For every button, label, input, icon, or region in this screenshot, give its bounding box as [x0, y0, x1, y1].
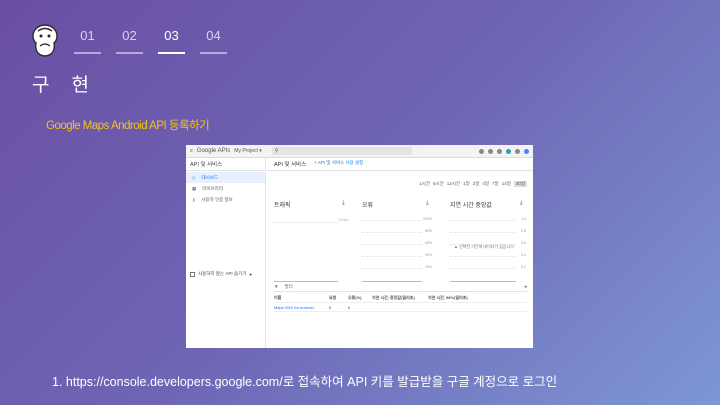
column-header[interactable]: 오류(%) — [348, 295, 372, 301]
library-icon: ▦ — [192, 185, 197, 191]
range-option[interactable]: 6시간 — [433, 181, 444, 187]
tick-label: 100% — [423, 217, 432, 221]
tick-label: 0.4 — [521, 253, 526, 257]
page-subtitle: Google Maps Android API 등록하기 — [46, 120, 210, 132]
page-title: 구 현 — [32, 74, 97, 96]
console-topbar: ≡ Google APIs My Project ▾ ⚲ — [186, 145, 533, 158]
filter-label: 필터 — [284, 283, 293, 289]
sidebar-item-dashboard[interactable]: ◇ 대시보드 — [186, 172, 265, 183]
dashboard-icon: ◇ — [192, 174, 196, 180]
warning-text: 선택된 기간에 데이터가 없습니다 — [459, 244, 514, 249]
search-icon: ⚲ — [274, 148, 279, 154]
chart-title: 트래픽 — [274, 203, 291, 209]
step-02[interactable]: 02 — [116, 28, 143, 54]
menu-icon[interactable]: ≡ — [190, 148, 193, 154]
info-icon[interactable]: ● — [524, 284, 527, 289]
step-caption: 1. https://console.developers.google.com… — [52, 375, 558, 389]
tick-label: 60% — [424, 241, 432, 245]
avatar[interactable] — [524, 148, 529, 154]
section-bar: API 및 서비스 API 및 서비스 + API 및 서비스 사용 설정 — [186, 158, 533, 171]
tick-label: 40% — [424, 253, 432, 257]
table-cell: 0 — [348, 304, 351, 310]
section-left-label: API 및 서비스 — [190, 162, 223, 168]
project-selector[interactable]: My Project ▾ — [234, 148, 262, 154]
step-nav: 01 02 03 04 — [74, 28, 227, 54]
step-label: 01 — [80, 28, 95, 43]
table-cell[interactable]: Maps SDK for Android — [274, 305, 329, 310]
range-option[interactable]: 14일 — [502, 181, 511, 187]
checkbox-label: 사용하지 않는 API 숨기기 — [198, 271, 247, 276]
tick-label: 80% — [424, 229, 432, 233]
traffic-chart: 트래픽 ⤓ 0.01/s — [274, 200, 348, 290]
download-icon[interactable]: ⤓ — [426, 200, 432, 206]
step-01[interactable]: 01 — [74, 28, 101, 54]
api-table: 이름 요청 오류(%) 지연 시간, 중앙값(밀리초) 지연 시간, 98%(밀… — [274, 294, 527, 312]
range-option[interactable]: 4일 — [482, 181, 489, 187]
latency-chart: 지연 시간 중앙값 ⤓ ▲ 선택된 기간에 데이터가 없습니다 1.0 0.8 … — [450, 200, 526, 290]
dashboard-main: 1시간 6시간 12시간 1일 2일 4일 7일 14일 30일 트래픽 ⤓ 0… — [266, 172, 533, 348]
tick-label: 0.6 — [521, 241, 526, 245]
table-row[interactable]: Maps SDK for Android 0 0 — [274, 303, 527, 312]
section-title: API 및 서비스 — [274, 162, 307, 168]
download-icon[interactable]: ⤓ — [520, 200, 526, 206]
download-icon[interactable]: ⤓ — [342, 200, 348, 206]
column-header[interactable]: 요청 — [329, 295, 348, 301]
checkbox-box[interactable] — [190, 271, 195, 277]
table-cell: 0 — [329, 304, 332, 310]
gift-icon[interactable] — [479, 148, 484, 154]
tick-label: 0.2 — [521, 265, 526, 269]
step-04[interactable]: 04 — [200, 28, 227, 54]
enable-api-button[interactable]: + API 및 서비스 사용 설정 — [314, 160, 363, 168]
range-option[interactable]: 1일 — [463, 181, 470, 187]
no-data-warning: ▲ 선택된 기간에 데이터가 없습니다 — [454, 244, 514, 250]
key-icon: ⚷ — [192, 196, 196, 202]
sidebar: ◇ 대시보드 ▦ 라이브러리 ⚷ 사용자 인증 정보 — [186, 172, 266, 348]
range-option-selected[interactable]: 30일 — [513, 181, 527, 187]
sidebar-item-label: 라이브러리 — [202, 185, 223, 191]
tick-label: 0.8 — [521, 229, 526, 233]
tick-label: 20% — [424, 265, 432, 269]
notification-icon[interactable] — [497, 148, 502, 154]
range-option[interactable]: 1시간 — [419, 181, 430, 187]
hide-unused-apis-checkbox[interactable]: 사용하지 않는 API 숨기기 ● — [190, 271, 252, 277]
table-filter[interactable]: ▼ 필터 ● — [274, 282, 527, 292]
help-icon[interactable] — [488, 148, 493, 154]
tick-label: 1.0 — [521, 217, 526, 221]
step-label: 04 — [206, 28, 221, 43]
filter-icon: ▼ — [274, 284, 279, 289]
sidebar-item-credentials[interactable]: ⚷ 사용자 인증 정보 — [186, 194, 265, 205]
help-icon[interactable]: ● — [249, 272, 252, 277]
api-console-screenshot: ≡ Google APIs My Project ▾ ⚲ API 및 서비스 A… — [186, 145, 533, 348]
column-header[interactable]: 지연 시간, 중앙값(밀리초) — [372, 295, 428, 301]
column-header[interactable]: 지연 시간, 98%(밀리초) — [428, 295, 488, 301]
chart-title: 지연 시간 중앙값 — [450, 203, 492, 209]
range-option[interactable]: 12시간 — [447, 181, 460, 187]
step-label: 02 — [122, 28, 137, 43]
chart-title: 오류 — [362, 203, 374, 209]
brand-label: Google APIs — [196, 148, 231, 154]
range-option[interactable]: 7일 — [492, 181, 499, 187]
sidebar-item-library[interactable]: ▦ 라이브러리 — [186, 183, 265, 194]
sidebar-item-label: 대시보드 — [201, 174, 219, 180]
search-input[interactable]: ⚲ — [271, 147, 412, 155]
step-label: 03 — [164, 28, 179, 43]
errors-chart: 오류 ⤓ 100% 80% 60% 40% 20% — [362, 200, 432, 290]
table-header-row: 이름 요청 오류(%) 지연 시간, 중앙값(밀리초) 지연 시간, 98%(밀… — [274, 294, 527, 303]
warning-icon: ▲ — [454, 244, 458, 249]
range-option[interactable]: 2일 — [473, 181, 480, 187]
time-range-selector: 1시간 6시간 12시간 1일 2일 4일 7일 14일 30일 — [419, 181, 527, 187]
more-icon[interactable] — [515, 148, 520, 154]
character-logo-icon — [32, 24, 58, 57]
tick-label: 0.01/s — [338, 218, 348, 222]
column-header[interactable]: 이름 — [274, 295, 329, 301]
cloud-shell-icon[interactable] — [506, 148, 511, 154]
step-03[interactable]: 03 — [158, 28, 185, 54]
sidebar-item-label: 사용자 인증 정보 — [201, 196, 233, 202]
